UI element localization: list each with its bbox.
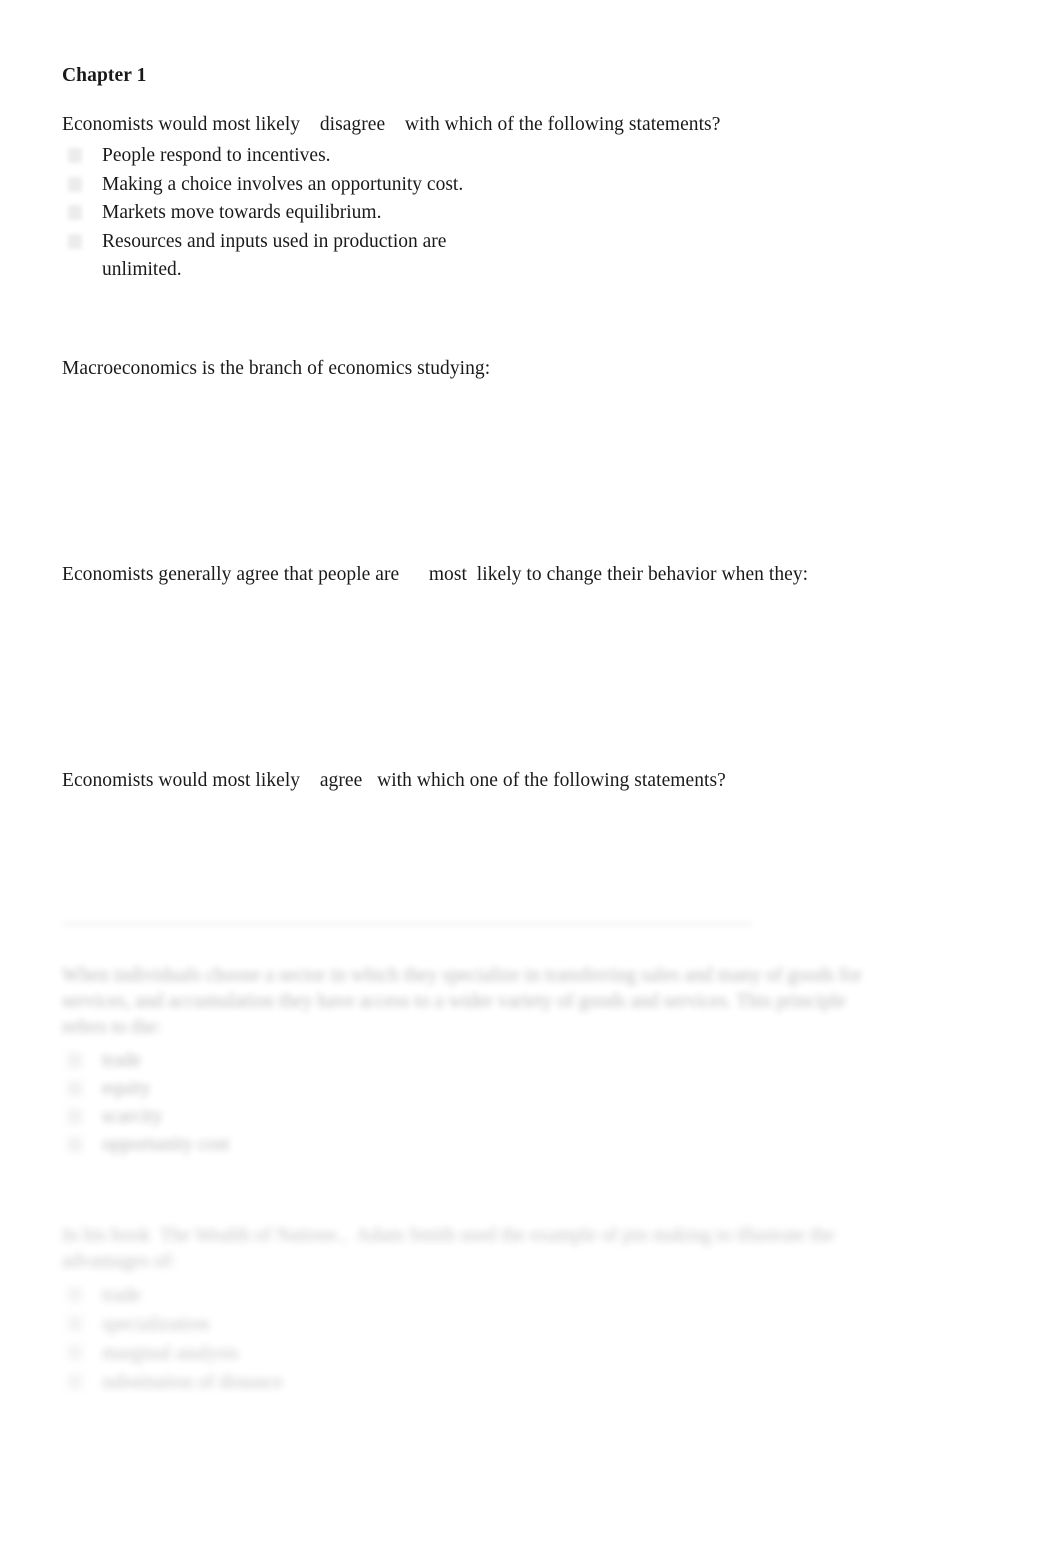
option-item[interactable]: scarcity (62, 1103, 892, 1131)
page-title: Chapter 1 (62, 65, 147, 86)
option-label: equity (102, 1077, 151, 1099)
document-page: Chapter 1 Economists would most likely d… (0, 0, 1062, 1561)
radio-button-icon[interactable] (68, 233, 82, 249)
option-label: Making a choice involves an opportunity … (102, 173, 464, 195)
option-label: marginal analysis (102, 1342, 239, 1364)
option-label: substitution of distance (102, 1371, 283, 1393)
radio-button-icon[interactable] (68, 1052, 82, 1068)
radio-button-icon[interactable] (68, 176, 82, 192)
option-label: opportunity cost (102, 1133, 230, 1155)
radio-button-icon[interactable] (68, 148, 82, 163)
question-prompt-4-before: Economists would most likely (62, 769, 301, 791)
question-prompt-3-emphasis: most (428, 563, 467, 585)
question-prompt-5-before: When individuals choose a sector in whic… (62, 964, 867, 1038)
radio-button-icon[interactable] (68, 1108, 82, 1124)
bottom-spacer (62, 1397, 892, 1437)
option-item[interactable]: Markets move towards equilibrium. (62, 199, 892, 228)
faded-separator (62, 922, 752, 925)
question-prompt-5: When individuals choose a sector in whic… (62, 963, 892, 1041)
option-item[interactable]: equity (62, 1075, 892, 1103)
question-prompt-3-before: Economists generally agree that people a… (62, 563, 400, 585)
question-prompt-4-after: with which one of the following statemen… (377, 769, 726, 791)
question-prompt-4-emphasis: agree (319, 769, 363, 791)
question-prompt-4: Economists would most likely agree with … (62, 767, 892, 795)
radio-button-icon[interactable] (68, 1344, 82, 1360)
radio-button-icon[interactable] (68, 1286, 82, 1302)
document-body: Chapter 1 Economists would most likely d… (62, 0, 892, 1437)
question-block-5: When individuals choose a sector in whic… (62, 963, 892, 1159)
option-item[interactable]: People respond to incentives. (62, 142, 892, 171)
question-block-3: Economists generally agree that people a… (62, 383, 892, 589)
option-label: trade (102, 1284, 141, 1306)
option-item[interactable]: trade (62, 1281, 892, 1310)
option-label: specialization (102, 1313, 210, 1335)
question-block-1: Economists would most likely disagree wi… (62, 89, 892, 285)
option-list-6: trade specialization marginal analysis s… (62, 1281, 892, 1397)
option-label: Resources and inputs used in production … (102, 230, 447, 281)
option-item[interactable]: opportunity cost (62, 1131, 892, 1159)
option-item[interactable]: substitution of distance (62, 1368, 892, 1397)
question-prompt-1: Economists would most likely disagree wi… (62, 111, 892, 139)
option-list-1: People respond to incentives. Making a c… (62, 142, 892, 285)
question-prompt-1-before: Economists would most likely (62, 114, 301, 135)
option-label: Markets move towards equilibrium. (102, 202, 382, 223)
question-block-6: In his book The Wealth of Nations , Adam… (62, 1223, 892, 1397)
question-prompt-3-after: likely to change their behavior when the… (476, 563, 809, 585)
question-prompt-6-before: In his book The Wealth of Nations , Adam… (62, 1224, 840, 1272)
option-item[interactable]: Making a choice involves an opportunity … (62, 171, 892, 200)
option-label: People respond to incentives. (102, 145, 331, 166)
option-item[interactable]: Resources and inputs used in production … (62, 228, 892, 285)
option-item[interactable]: marginal analysis (62, 1339, 892, 1368)
question-block-4: Economists would most likely agree with … (62, 589, 892, 795)
option-list-5: trade equity scarcity opportunity cost (62, 1047, 892, 1159)
question-block-2: Macroeconomics is the branch of economic… (62, 285, 892, 383)
radio-button-icon[interactable] (68, 1136, 82, 1152)
question-prompt-1-after: with which of the following statements? (404, 114, 721, 135)
question-prompt-6: In his book The Wealth of Nations , Adam… (62, 1223, 892, 1275)
option-item[interactable]: trade (62, 1047, 892, 1075)
question-prompt-3: Economists generally agree that people a… (62, 561, 892, 589)
radio-button-icon[interactable] (68, 1373, 82, 1389)
question-prompt-2-before: Macroeconomics is the branch of economic… (62, 357, 491, 379)
option-label: scarcity (102, 1105, 163, 1127)
option-label: trade (102, 1049, 141, 1071)
radio-button-icon[interactable] (68, 1080, 82, 1096)
radio-button-icon[interactable] (68, 205, 82, 220)
radio-button-icon[interactable] (68, 1315, 82, 1331)
question-prompt-1-emphasis: disagree (319, 114, 386, 135)
question-prompt-2: Macroeconomics is the branch of economic… (62, 355, 892, 383)
option-item[interactable]: specialization (62, 1310, 892, 1339)
